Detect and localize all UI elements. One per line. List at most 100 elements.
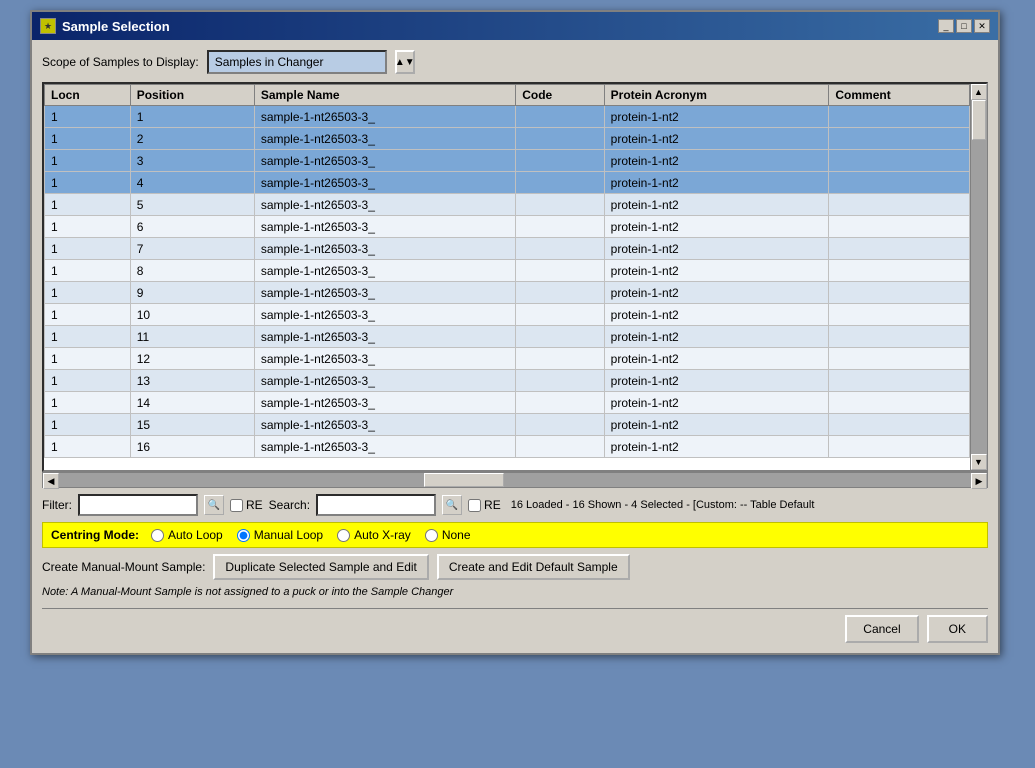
none-option[interactable]: None [425, 528, 471, 542]
cancel-button[interactable]: Cancel [845, 615, 918, 643]
cell-0: 1 [45, 326, 131, 348]
table-row[interactable]: 16sample-1-nt26503-3_protein-1-nt2 [45, 216, 970, 238]
table-row[interactable]: 14sample-1-nt26503-3_protein-1-nt2 [45, 172, 970, 194]
cell-5 [829, 260, 970, 282]
table-row[interactable]: 19sample-1-nt26503-3_protein-1-nt2 [45, 282, 970, 304]
create-default-sample-button[interactable]: Create and Edit Default Sample [437, 554, 630, 580]
cell-1: 10 [130, 304, 254, 326]
restore-button[interactable]: □ [956, 19, 972, 33]
bottom-buttons: Cancel OK [42, 608, 988, 643]
note-text: Note: A Manual-Mount Sample is not assig… [42, 586, 988, 598]
search-input[interactable] [316, 494, 436, 516]
table-row[interactable]: 116sample-1-nt26503-3_protein-1-nt2 [45, 436, 970, 458]
manual-loop-label: Manual Loop [254, 528, 323, 542]
scroll-up-button[interactable]: ▲ [971, 84, 987, 100]
manual-loop-radio[interactable] [237, 529, 250, 542]
filter-checkbox[interactable] [230, 499, 243, 512]
cell-3 [516, 128, 604, 150]
cell-2: sample-1-nt26503-3_ [254, 282, 515, 304]
table-row[interactable]: 114sample-1-nt26503-3_protein-1-nt2 [45, 392, 970, 414]
search-checkbox[interactable] [468, 499, 481, 512]
scope-spinner[interactable]: ▲▼ [395, 50, 415, 74]
cell-2: sample-1-nt26503-3_ [254, 172, 515, 194]
auto-xray-option[interactable]: Auto X-ray [337, 528, 411, 542]
table-row[interactable]: 11sample-1-nt26503-3_protein-1-nt2 [45, 106, 970, 128]
table-row[interactable]: 15sample-1-nt26503-3_protein-1-nt2 [45, 194, 970, 216]
cell-3 [516, 172, 604, 194]
filter-icon-button[interactable]: 🔍 [204, 495, 224, 515]
title-bar: ★ Sample Selection _ □ ✕ [32, 12, 998, 40]
cell-0: 1 [45, 216, 131, 238]
filter-input[interactable] [78, 494, 198, 516]
cell-2: sample-1-nt26503-3_ [254, 150, 515, 172]
table-row[interactable]: 18sample-1-nt26503-3_protein-1-nt2 [45, 260, 970, 282]
cell-0: 1 [45, 128, 131, 150]
cell-1: 7 [130, 238, 254, 260]
cell-4: protein-1-nt2 [604, 194, 829, 216]
search-label: Search: [269, 498, 310, 512]
vertical-scrollbar[interactable]: ▲ ▼ [970, 84, 986, 470]
search-icon-button[interactable]: 🔍 [442, 495, 462, 515]
cell-3 [516, 216, 604, 238]
manual-loop-option[interactable]: Manual Loop [237, 528, 323, 542]
cell-0: 1 [45, 304, 131, 326]
table-row[interactable]: 13sample-1-nt26503-3_protein-1-nt2 [45, 150, 970, 172]
cell-1: 15 [130, 414, 254, 436]
scroll-down-button[interactable]: ▼ [971, 454, 987, 470]
cell-3 [516, 150, 604, 172]
cell-4: protein-1-nt2 [604, 304, 829, 326]
scroll-track[interactable] [971, 100, 987, 454]
cell-0: 1 [45, 150, 131, 172]
table-row[interactable]: 113sample-1-nt26503-3_protein-1-nt2 [45, 370, 970, 392]
cell-5 [829, 326, 970, 348]
cell-1: 11 [130, 326, 254, 348]
title-buttons: _ □ ✕ [938, 19, 990, 33]
table-row[interactable]: 110sample-1-nt26503-3_protein-1-nt2 [45, 304, 970, 326]
cell-0: 1 [45, 392, 131, 414]
table-inner[interactable]: Locn Position Sample Name Code Protein A… [44, 84, 970, 470]
scope-input[interactable] [207, 50, 387, 74]
scope-label: Scope of Samples to Display: [42, 55, 199, 69]
h-scroll-right-button[interactable]: ▶ [971, 473, 987, 489]
duplicate-sample-button[interactable]: Duplicate Selected Sample and Edit [213, 554, 428, 580]
none-radio[interactable] [425, 529, 438, 542]
auto-xray-radio[interactable] [337, 529, 350, 542]
cell-5 [829, 106, 970, 128]
cell-3 [516, 194, 604, 216]
sample-selection-dialog: ★ Sample Selection _ □ ✕ Scope of Sample… [30, 10, 1000, 655]
close-button[interactable]: ✕ [974, 19, 990, 33]
cell-0: 1 [45, 238, 131, 260]
centring-mode-row: Centring Mode: Auto Loop Manual Loop Aut… [42, 522, 988, 548]
minimize-button[interactable]: _ [938, 19, 954, 33]
ok-button[interactable]: OK [927, 615, 988, 643]
cell-0: 1 [45, 370, 131, 392]
h-scroll-track[interactable] [59, 473, 971, 487]
auto-loop-option[interactable]: Auto Loop [151, 528, 223, 542]
cell-1: 13 [130, 370, 254, 392]
cell-1: 8 [130, 260, 254, 282]
h-scroll-thumb[interactable] [424, 473, 504, 487]
scroll-thumb[interactable] [972, 100, 986, 140]
cell-0: 1 [45, 436, 131, 458]
cell-4: protein-1-nt2 [604, 238, 829, 260]
re-label: RE [246, 498, 263, 512]
cell-4: protein-1-nt2 [604, 370, 829, 392]
col-position: Position [130, 85, 254, 106]
cell-0: 1 [45, 106, 131, 128]
table-row[interactable]: 12sample-1-nt26503-3_protein-1-nt2 [45, 128, 970, 150]
col-protein: Protein Acronym [604, 85, 829, 106]
cell-2: sample-1-nt26503-3_ [254, 128, 515, 150]
search-checkbox-label: RE [468, 498, 501, 512]
cell-3 [516, 282, 604, 304]
table-row[interactable]: 112sample-1-nt26503-3_protein-1-nt2 [45, 348, 970, 370]
cell-1: 9 [130, 282, 254, 304]
table-row[interactable]: 17sample-1-nt26503-3_protein-1-nt2 [45, 238, 970, 260]
h-scroll-left-button[interactable]: ◀ [43, 473, 59, 489]
table-row[interactable]: 115sample-1-nt26503-3_protein-1-nt2 [45, 414, 970, 436]
table-row[interactable]: 111sample-1-nt26503-3_protein-1-nt2 [45, 326, 970, 348]
cell-4: protein-1-nt2 [604, 216, 829, 238]
auto-loop-radio[interactable] [151, 529, 164, 542]
cell-5 [829, 172, 970, 194]
cell-4: protein-1-nt2 [604, 150, 829, 172]
cell-1: 16 [130, 436, 254, 458]
